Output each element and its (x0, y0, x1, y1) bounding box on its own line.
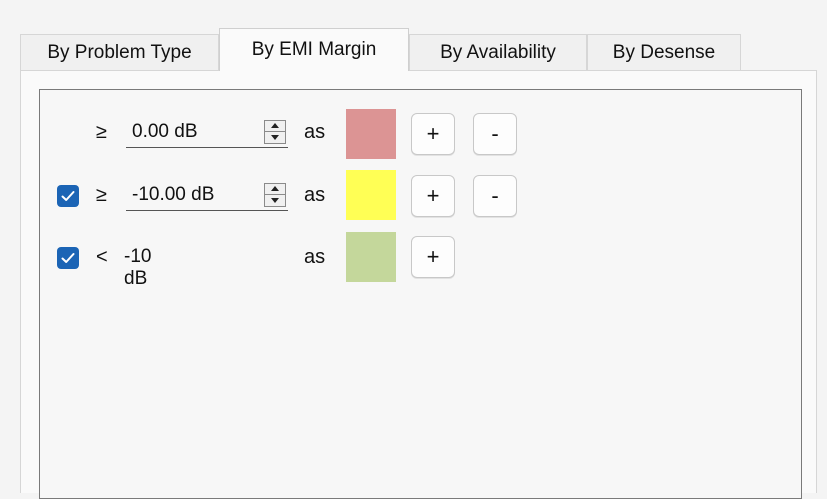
enable-checkbox[interactable] (57, 185, 79, 207)
as-label: as (304, 184, 326, 206)
threshold-spinbox[interactable]: 0.00 dB (126, 116, 288, 148)
as-label: as (304, 246, 326, 268)
remove-rule-button[interactable]: - (473, 175, 517, 217)
color-swatch[interactable] (346, 170, 396, 220)
spin-up-button[interactable] (265, 121, 285, 132)
enable-checkbox[interactable] (57, 247, 79, 269)
tab-by-problem-type[interactable]: By Problem Type (20, 34, 219, 70)
threshold-value[interactable]: -10.00 dB (126, 184, 264, 206)
spin-buttons (264, 182, 286, 207)
arrow-down-icon (271, 134, 279, 140)
checkmark-icon (61, 253, 75, 263)
add-rule-button[interactable]: + (411, 113, 455, 155)
arrow-up-icon (271, 186, 279, 192)
threshold-value[interactable]: 0.00 dB (126, 121, 264, 143)
comparator-symbol: ≥ (96, 184, 107, 206)
tab-by-availability[interactable]: By Availability (409, 34, 587, 70)
color-swatch[interactable] (346, 109, 396, 159)
add-rule-button[interactable]: + (411, 236, 455, 278)
comparator-symbol: ≥ (96, 121, 107, 143)
arrow-up-icon (271, 123, 279, 129)
tab-strip: By Problem Type By EMI Margin By Availab… (20, 28, 820, 71)
add-rule-button[interactable]: + (411, 175, 455, 217)
as-label: as (304, 121, 326, 143)
comparator-symbol: < (96, 246, 108, 268)
arrow-down-icon (271, 197, 279, 203)
threshold-spinbox[interactable]: -10.00 dB (126, 179, 288, 211)
checkmark-icon (61, 191, 75, 201)
tab-by-emi-margin[interactable]: By EMI Margin (219, 28, 409, 71)
spin-buttons (264, 119, 286, 144)
threshold-value: -10 dB (124, 246, 152, 289)
spin-up-button[interactable] (265, 184, 285, 195)
tab-by-desense[interactable]: By Desense (587, 34, 741, 70)
spin-down-button[interactable] (265, 131, 285, 143)
spin-down-button[interactable] (265, 194, 285, 206)
remove-rule-button[interactable]: - (473, 113, 517, 155)
color-swatch[interactable] (346, 232, 396, 282)
